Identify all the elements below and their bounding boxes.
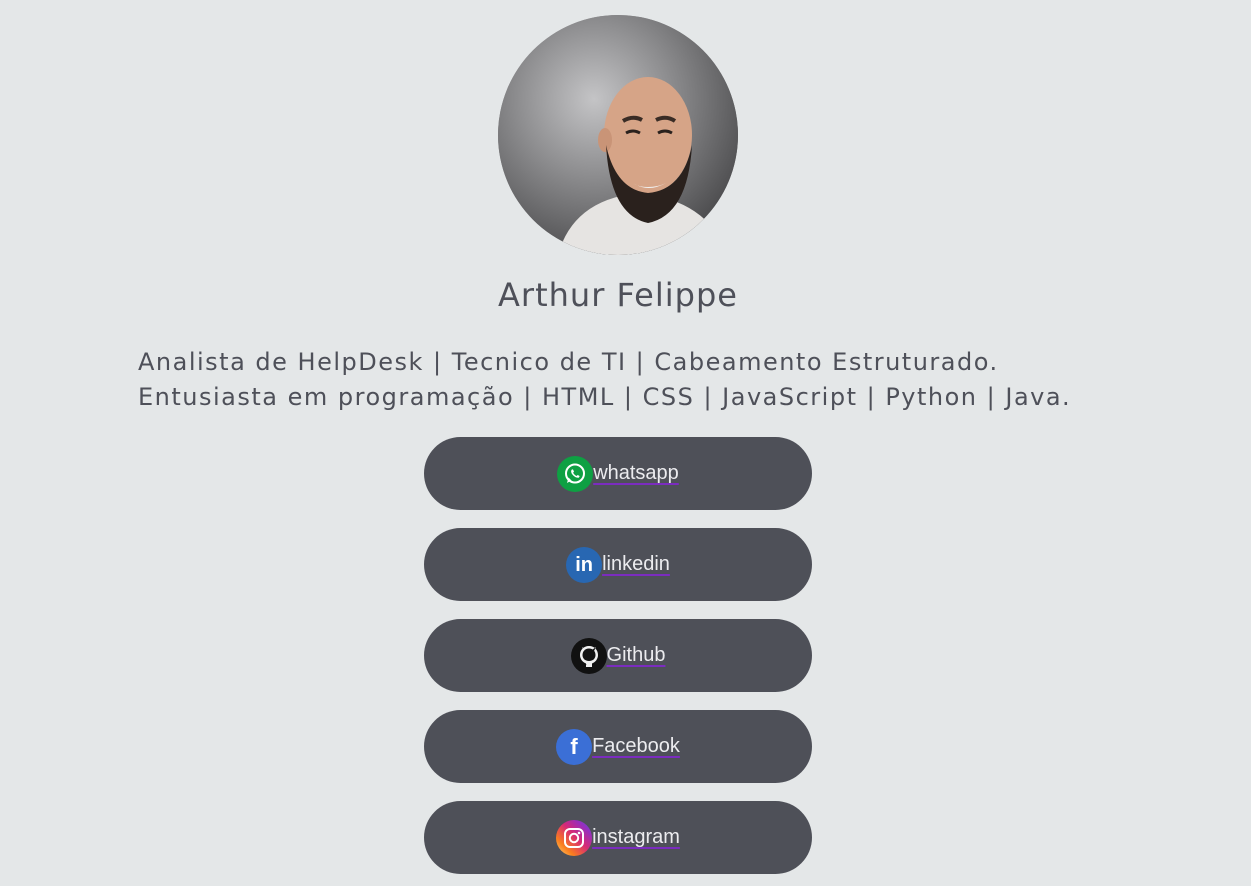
github-icon	[570, 637, 607, 674]
whatsapp-link-button[interactable]: whatsapp	[424, 437, 812, 510]
bio-line: Analista de HelpDesk | Tecnico de TI | C…	[138, 348, 999, 376]
profile-bio: Analista de HelpDesk | Tecnico de TI | C…	[138, 345, 1138, 415]
whatsapp-icon	[557, 455, 594, 492]
profile-avatar	[498, 15, 738, 255]
linkedin-link-button[interactable]: in linkedin	[424, 528, 812, 601]
facebook-link-button[interactable]: f Facebook	[424, 710, 812, 783]
facebook-link-label[interactable]: Facebook	[592, 735, 680, 758]
github-link-label[interactable]: Github	[607, 644, 666, 667]
linkedin-icon: in	[566, 546, 603, 583]
profile-name: Arthur Felippe	[498, 276, 738, 314]
instagram-link-label[interactable]: instagram	[592, 826, 680, 849]
whatsapp-link-label[interactable]: whatsapp	[593, 462, 679, 485]
instagram-icon	[556, 819, 593, 856]
bio-line: Entusiasta em programação | HTML | CSS |…	[138, 383, 1072, 411]
instagram-link-button[interactable]: instagram	[424, 801, 812, 874]
linkedin-link-label[interactable]: linkedin	[602, 553, 670, 576]
facebook-icon: f	[556, 728, 593, 765]
github-link-button[interactable]: Github	[424, 619, 812, 692]
